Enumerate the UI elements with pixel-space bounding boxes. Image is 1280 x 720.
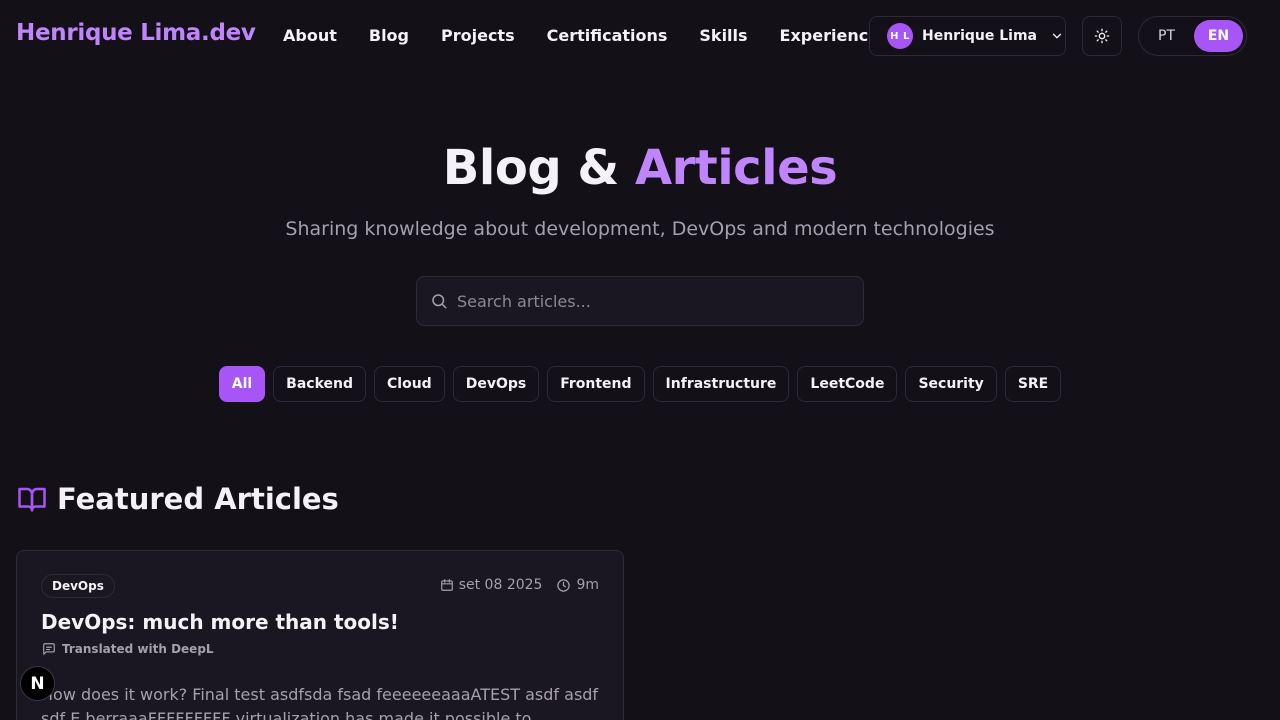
article-card[interactable]: DevOps set 08 2025 9m DevOps: much more …	[16, 550, 624, 720]
filter-infrastructure[interactable]: Infrastructure	[652, 366, 790, 402]
dev-tools-badge[interactable]: N	[20, 666, 55, 701]
chevron-down-icon	[1050, 29, 1064, 43]
user-menu-button[interactable]: H L Henrique Lima	[869, 16, 1066, 56]
page-title: Blog & Articles	[0, 140, 1280, 196]
filter-all[interactable]: All	[218, 366, 266, 402]
calendar-icon	[440, 578, 454, 592]
filter-leetcode[interactable]: LeetCode	[797, 366, 898, 402]
article-date: set 08 2025	[458, 577, 543, 593]
nav-certifications[interactable]: Certifications	[547, 26, 668, 45]
article-read-time: 9m	[576, 577, 599, 593]
nav-about[interactable]: About	[283, 26, 337, 45]
category-filters: All Backend Cloud DevOps Frontend Infras…	[0, 366, 1280, 402]
search-input[interactable]	[457, 291, 837, 311]
site-header: Henrique Lima.dev About Blog Projects Ce…	[0, 0, 1280, 72]
nav-experience[interactable]: Experience	[780, 26, 880, 45]
nav-blog[interactable]: Blog	[369, 26, 409, 45]
filter-devops[interactable]: DevOps	[452, 366, 540, 402]
article-tag[interactable]: DevOps	[41, 574, 115, 598]
article-meta: set 08 2025 9m	[440, 577, 599, 593]
filter-backend[interactable]: Backend	[273, 366, 367, 402]
user-name: Henrique Lima	[922, 28, 1037, 44]
book-open-icon	[16, 484, 48, 514]
translate-message-icon	[42, 642, 56, 656]
featured-heading: Featured Articles	[16, 482, 339, 516]
filter-frontend[interactable]: Frontend	[547, 366, 645, 402]
sun-icon	[1094, 28, 1110, 44]
translation-note: Translated with DeepL	[42, 642, 214, 656]
featured-title: Featured Articles	[57, 482, 339, 516]
theme-toggle-button[interactable]	[1082, 16, 1122, 56]
search-box	[416, 276, 864, 326]
filter-sre[interactable]: SRE	[1004, 366, 1062, 402]
search-icon	[430, 292, 448, 310]
article-excerpt: How does it work? Final test asdfsda fsa…	[41, 685, 599, 720]
page-title-main: Blog &	[442, 140, 635, 196]
translation-note-text: Translated with DeepL	[62, 642, 214, 656]
main-nav: About Blog Projects Certifications Skill…	[283, 26, 879, 45]
clock-icon	[556, 578, 571, 593]
filter-cloud[interactable]: Cloud	[374, 366, 445, 402]
page-title-accent: Articles	[634, 140, 838, 196]
avatar: H L	[887, 23, 913, 49]
nav-skills[interactable]: Skills	[699, 26, 747, 45]
lang-en-button[interactable]: EN	[1194, 20, 1243, 52]
filter-security[interactable]: Security	[905, 366, 997, 402]
language-switch: PT EN	[1138, 16, 1247, 56]
article-title[interactable]: DevOps: much more than tools!	[41, 610, 399, 634]
brand-logo-link[interactable]: Henrique Lima.dev	[16, 20, 256, 46]
nav-projects[interactable]: Projects	[441, 26, 515, 45]
page-subtitle: Sharing knowledge about development, Dev…	[285, 218, 995, 240]
lang-pt-button[interactable]: PT	[1142, 20, 1191, 52]
